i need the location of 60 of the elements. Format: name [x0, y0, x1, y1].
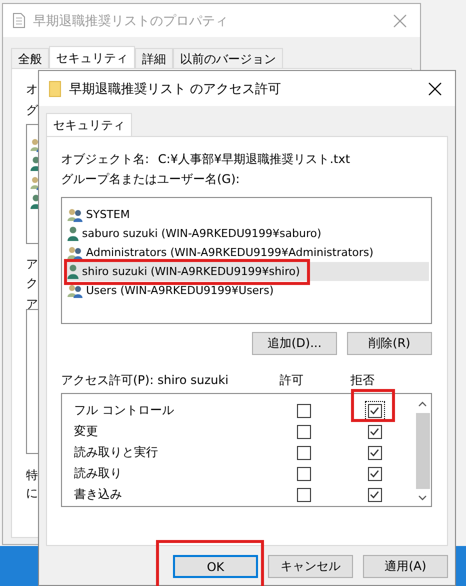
check-icon — [370, 406, 379, 414]
label-text: グ — [26, 102, 38, 119]
list-item[interactable]: Users (WIN-A9RKEDU9199¥Users) — [64, 281, 429, 300]
scroll-down-icon — [418, 495, 427, 501]
list-item[interactable]: Administrators (WIN-A9RKEDU9199¥Administrators) — [64, 243, 429, 262]
tab[interactable]: セキュリティ — [49, 46, 135, 69]
column-header: 許可 — [278, 372, 304, 389]
label-text: オ — [26, 81, 38, 98]
checkbox[interactable] — [368, 446, 382, 460]
label-text: に — [26, 485, 38, 502]
label-text: ア — [26, 256, 38, 273]
button[interactable]: 追加(D)... — [252, 332, 337, 355]
checkbox[interactable] — [368, 466, 382, 480]
tab[interactable]: セキュリティ — [46, 113, 132, 136]
checkbox[interactable] — [296, 404, 310, 418]
check-icon — [370, 470, 379, 478]
user-icon — [67, 226, 79, 241]
permission-name: フル コントロール — [74, 402, 175, 419]
checkbox[interactable] — [368, 404, 382, 418]
user-icon — [67, 264, 79, 279]
permission-name: 変更 — [74, 423, 99, 440]
document-icon — [13, 13, 25, 28]
permission-name: 書き込み — [74, 486, 123, 503]
label-text: ア — [26, 296, 38, 313]
permission-name: 読み取りと実行 — [74, 444, 159, 461]
tab[interactable]: 以前のバージョン — [173, 48, 283, 68]
object-name-label: オブジェクト名: — [61, 151, 150, 168]
checkbox[interactable] — [368, 424, 382, 438]
user-group-icon — [67, 245, 83, 260]
checkbox[interactable] — [368, 488, 382, 502]
scroll-up-icon — [418, 401, 427, 407]
checkbox[interactable] — [296, 446, 310, 460]
window-title: 早期退職推奨リスト のアクセス許可 — [69, 80, 282, 98]
button[interactable]: 削除(R) — [347, 332, 432, 355]
button[interactable]: 適用(A) — [363, 555, 448, 578]
object-name-value: C:¥人事部¥早期退職推奨リスト.txt — [158, 151, 350, 168]
checkbox[interactable] — [296, 466, 310, 480]
permissions-label: アクセス許可(P): shiro suzuki — [61, 372, 230, 389]
list-item[interactable]: SYSTEM — [64, 205, 429, 224]
checkbox[interactable] — [296, 488, 310, 502]
list-item[interactable]: saburo suzuki (WIN-A9RKEDU9199¥saburo) — [64, 224, 429, 243]
close-icon[interactable] — [428, 82, 442, 96]
checkbox[interactable] — [296, 424, 310, 438]
label-text: 特 — [26, 467, 38, 484]
tab[interactable]: 全般 — [11, 48, 49, 68]
folder-icon — [49, 80, 61, 96]
check-icon — [370, 428, 379, 436]
scrollbar-thumb[interactable] — [416, 413, 430, 489]
check-icon — [370, 448, 379, 456]
check-icon — [370, 490, 379, 498]
button[interactable]: キャンセル — [268, 555, 353, 578]
group-label: グループ名またはユーザー名(G): — [61, 171, 241, 188]
tab[interactable]: 詳細 — [135, 48, 173, 68]
window-title: 早期退職推奨リストのプロパティ — [33, 12, 229, 30]
user-group-icon — [67, 207, 83, 222]
button[interactable]: OK — [173, 555, 258, 578]
user-group-icon — [67, 283, 83, 298]
column-header: 拒否 — [350, 372, 376, 389]
label-text: ク — [26, 275, 38, 292]
permission-name: 読み取り — [74, 465, 123, 482]
